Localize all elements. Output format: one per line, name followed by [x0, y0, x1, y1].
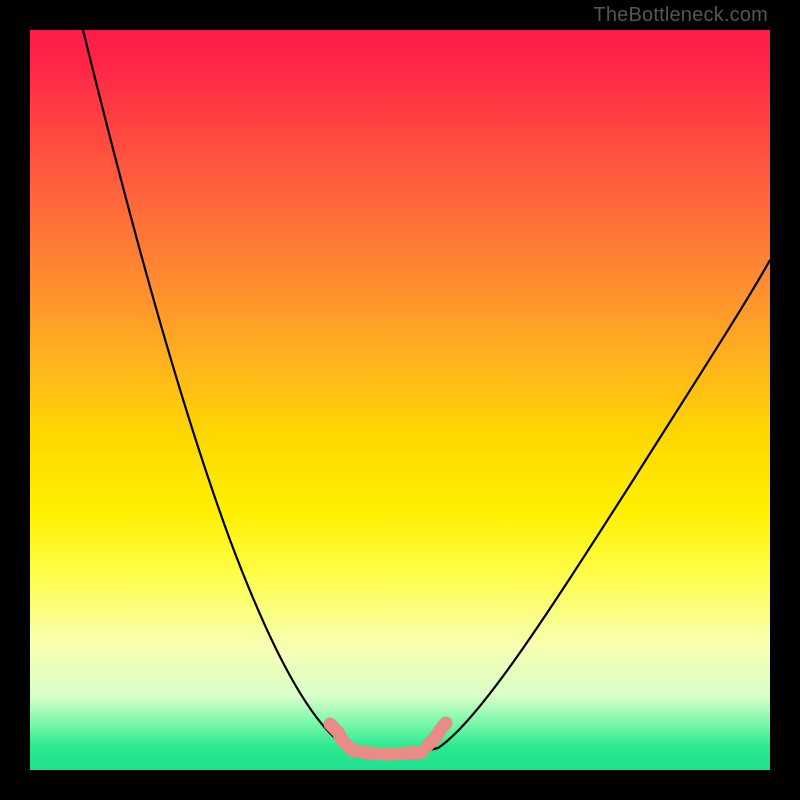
chart-svg — [30, 30, 770, 770]
watermark-text: TheBottleneck.com — [593, 4, 768, 27]
bottleneck-curve — [83, 30, 770, 753]
marker-left — [330, 724, 348, 746]
marker-group — [330, 723, 446, 754]
marker-bottom — [352, 750, 422, 754]
chart-frame: TheBottleneck.com — [0, 0, 800, 800]
marker-right — [428, 723, 446, 745]
plot-area — [30, 30, 770, 770]
